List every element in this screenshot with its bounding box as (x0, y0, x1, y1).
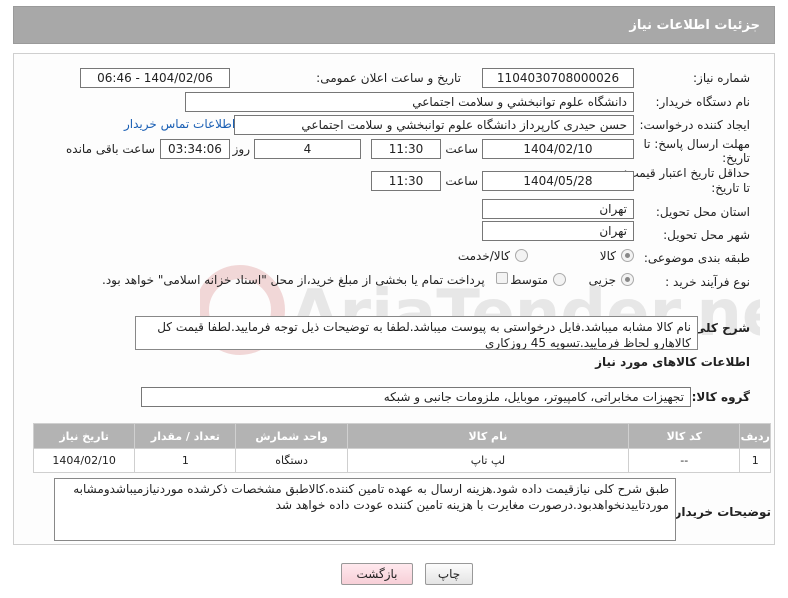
treasury-payment-checkbox[interactable] (496, 272, 508, 284)
price-validity-label-2: تا تاریخ: (711, 181, 750, 195)
table-row[interactable]: 1 -- لپ تاپ دستگاه 1 1404/02/10 (32, 448, 771, 473)
buyer-notes-field[interactable]: طبق شرح کلی نیازقیمت داده شود.هزینه ارسا… (54, 478, 676, 541)
creator-field[interactable]: حسن حیدری کارپرداز دانشگاه علوم توانبخشي… (234, 115, 634, 135)
reply-time-field[interactable]: 11:30 (371, 139, 441, 159)
col-quantity: تعداد / مقدار (134, 423, 237, 449)
need-number-label: شماره نیاز: (693, 71, 750, 85)
print-button[interactable]: چاپ (425, 563, 473, 585)
delivery-city-label: شهر محل تحویل: (663, 228, 750, 242)
delivery-province-field[interactable]: تهران (482, 199, 634, 219)
delivery-city-field[interactable]: تهران (482, 221, 634, 241)
page-title: جزئیات اطلاعات نیاز (629, 18, 760, 33)
reply-deadline-label: مهلت ارسال پاسخ: تا (643, 137, 750, 151)
item-group-field[interactable]: تجهیزات مخابراتی، کامپیوتر، موبایل، ملزو… (141, 387, 691, 407)
treasury-payment-note: پرداخت تمام یا بخشی از مبلغ خرید،از محل … (102, 273, 485, 287)
need-number-field[interactable]: 1104030708000026 (482, 68, 634, 88)
public-date-label: تاریخ و ساعت اعلان عمومی: (316, 71, 461, 85)
page-header: جزئیات اطلاعات نیاز (13, 6, 775, 44)
delivery-province-label: استان محل تحویل: (655, 205, 750, 219)
category-goods-services-radio[interactable] (515, 249, 528, 262)
cell-item-name: لپ تاپ (346, 448, 630, 473)
process-medium-radio[interactable] (553, 273, 566, 286)
reply-time-label: ساعت (445, 142, 478, 156)
price-validity-time-label: ساعت (445, 174, 478, 188)
buyer-org-field[interactable]: دانشگاه علوم توانبخشي و سلامت اجتماعي (185, 92, 634, 112)
col-item-name: نام کالا (346, 423, 630, 449)
reply-days-field[interactable]: 4 (254, 139, 361, 159)
category-label: طبقه بندی موضوعی: (643, 251, 750, 265)
reply-deadline-label-2: تاریخ: (722, 151, 750, 165)
buyer-notes-label: توضیحات خریدار: (669, 505, 771, 519)
creator-label: ایجاد کننده درخواست: (639, 118, 750, 132)
remaining-time-field[interactable]: 03:34:06 (160, 139, 230, 159)
price-validity-time-field[interactable]: 11:30 (371, 171, 441, 191)
price-validity-date-field[interactable]: 1404/05/28 (482, 171, 634, 191)
price-validity-label: حداقل تاریخ اعتبار قیمت: (623, 166, 750, 180)
reply-date-field[interactable]: 1404/02/10 (482, 139, 634, 159)
category-goods-label: کالا (599, 249, 616, 263)
back-button[interactable]: بازگشت (341, 563, 413, 585)
public-date-field[interactable]: 1404/02/06 - 06:46 (80, 68, 230, 88)
cell-row-number: 1 (739, 448, 771, 473)
item-group-label: گروه کالا: (691, 390, 750, 404)
buyer-org-label: نام دستگاه خریدار: (655, 95, 751, 109)
items-table: ردیف کد کالا نام کالا واحد شمارش تعداد /… (32, 423, 771, 473)
category-goods-services-label: کالا/خدمت (457, 249, 510, 263)
process-label: نوع فرآیند خرید : (665, 275, 750, 289)
cell-need-date: 1404/02/10 (32, 448, 136, 473)
buyer-contact-link[interactable]: اطلاعات تماس خریدار (124, 117, 235, 131)
category-goods-radio[interactable] (621, 249, 634, 262)
items-section-title: اطلاعات کالاهای مورد نیاز (595, 355, 750, 369)
items-table-header: ردیف کد کالا نام کالا واحد شمارش تعداد /… (32, 423, 771, 449)
cell-unit: دستگاه (235, 448, 348, 473)
col-unit: واحد شمارش (235, 423, 348, 449)
cell-quantity: 1 (134, 448, 237, 473)
general-desc-field[interactable]: نام کالا مشابه میباشد.فایل درخواستی به پ… (135, 316, 698, 350)
col-need-date: تاریخ نیاز (32, 423, 136, 449)
process-minor-label: جزیی (588, 273, 616, 287)
remaining-time-label: ساعت باقی مانده (66, 142, 156, 156)
process-minor-radio[interactable] (621, 273, 634, 286)
cell-item-code: -- (628, 448, 741, 473)
col-row-number: ردیف (739, 423, 771, 449)
col-item-code: کد کالا (628, 423, 741, 449)
process-medium-label: متوسط (510, 273, 548, 287)
